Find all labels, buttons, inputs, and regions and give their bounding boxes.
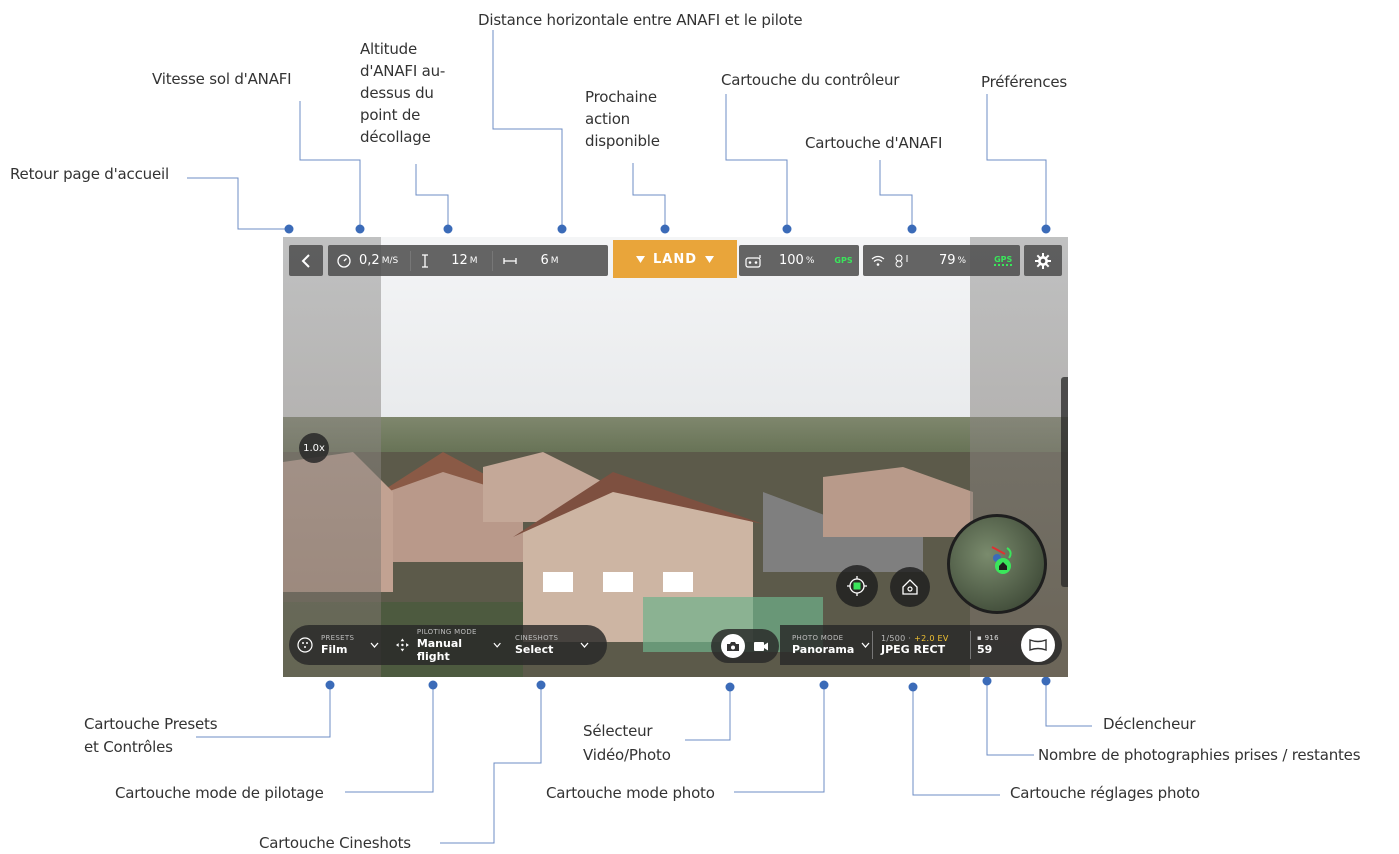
drone-gps-indicator: GPS xyxy=(994,255,1013,266)
minimap[interactable] xyxy=(947,514,1047,614)
shutter-button[interactable] xyxy=(1021,628,1055,662)
land-button[interactable]: LAND xyxy=(613,240,737,278)
photo-counter: ▪ 916 59 xyxy=(971,634,1017,656)
annotation-selecteur-line1: Sélecteur xyxy=(583,722,653,740)
video-camera-icon xyxy=(754,641,768,651)
distance-icon xyxy=(502,257,517,265)
annotation-nombre-photos: Nombre de photographies prises / restant… xyxy=(1038,746,1361,764)
presets-icon xyxy=(297,637,313,653)
drone-status[interactable]: 79 % GPS xyxy=(863,245,1020,276)
piloting-mode-icon xyxy=(395,638,409,652)
annotation-prochaine: Prochaine action disponible xyxy=(585,88,660,150)
divider xyxy=(491,250,493,271)
presets-value: Film xyxy=(321,643,348,656)
annotation-cartouche-controleur: Cartouche du contrôleur xyxy=(721,71,900,89)
photos-remaining: 916 xyxy=(984,634,999,642)
chevron-down-icon xyxy=(370,642,379,648)
controller-icon xyxy=(745,254,763,268)
photo-controls-bar: PHOTO MODE Panorama 1/500 · +2.0 EV JPEG… xyxy=(780,625,970,665)
photo-mode-caption: PHOTO MODE xyxy=(792,634,844,642)
altitude-icon xyxy=(421,253,429,268)
target-icon xyxy=(847,576,867,596)
altitude-unit: M xyxy=(469,255,478,266)
chevron-left-icon xyxy=(301,253,310,268)
home-location-icon xyxy=(991,546,1012,574)
annotation-mode-photo: Cartouche mode photo xyxy=(546,784,715,802)
controller-gps-indicator: GPS xyxy=(834,256,853,265)
bottom-left-bar: PRESETS Film PILOTING MODE Manual flight… xyxy=(289,625,607,665)
speed-value: 0,2 xyxy=(359,253,380,268)
annotation-retour: Retour page d'accueil xyxy=(10,165,169,183)
poi-button[interactable] xyxy=(836,565,878,607)
annotation-cineshots: Cartouche Cineshots xyxy=(259,834,411,852)
exposure-value: +2.0 EV xyxy=(914,634,949,643)
drone-icon xyxy=(895,254,911,268)
preferences-button[interactable] xyxy=(1024,245,1062,276)
chevron-down-icon xyxy=(861,642,870,648)
altitude-value: 12 xyxy=(451,253,468,268)
piloting-mode-widget[interactable]: PILOTING MODE Manual flight xyxy=(385,625,507,665)
left-side-panel xyxy=(283,237,381,677)
drone-battery-unit: % xyxy=(957,255,967,266)
zoom-indicator[interactable]: 1.0x xyxy=(299,433,329,463)
controller-status[interactable]: 100 % GPS xyxy=(739,245,859,276)
home-icon xyxy=(902,579,918,595)
presets-caption: PRESETS xyxy=(321,634,355,642)
shutter-speed: 1/500 xyxy=(881,634,906,643)
return-home-button[interactable] xyxy=(890,567,930,607)
cineshots-widget[interactable]: CINESHOTS Select xyxy=(507,625,601,665)
chevron-down-icon xyxy=(580,642,589,648)
drone-battery-value: 79 xyxy=(939,253,956,268)
presets-widget[interactable]: PRESETS Film xyxy=(289,625,385,665)
speed-unit: M/S xyxy=(381,255,399,266)
photo-mode-value: Panorama xyxy=(792,643,855,656)
video-photo-selector[interactable] xyxy=(711,629,779,663)
photo-settings-widget[interactable]: 1/500 · +2.0 EV JPEG RECT xyxy=(873,634,949,656)
triangle-down-icon xyxy=(705,255,714,263)
photo-mode-toggle[interactable] xyxy=(721,634,745,658)
photo-mode-widget[interactable]: PHOTO MODE Panorama xyxy=(780,625,872,665)
annotation-declencheur: Déclencheur xyxy=(1103,715,1196,733)
camera-icon xyxy=(727,641,739,651)
annotation-mode-pilotage: Cartouche mode de pilotage xyxy=(115,784,324,802)
video-mode-toggle[interactable] xyxy=(753,637,769,656)
piloting-mode-value: Manual flight xyxy=(416,636,463,663)
wifi-icon xyxy=(871,255,885,267)
cineshots-value: Select xyxy=(515,643,554,656)
annotation-presets-line2: et Contrôles xyxy=(84,738,173,756)
settings-separator: · xyxy=(908,634,912,643)
photo-format: JPEG RECT xyxy=(881,643,946,656)
triangle-down-icon xyxy=(635,255,645,263)
cineshots-caption: CINESHOTS xyxy=(515,634,559,642)
divider xyxy=(410,250,412,271)
annotation-cartouche-anafi: Cartouche d'ANAFI xyxy=(805,134,943,152)
annotation-altitude: Altitude d'ANAFI au-dessus du point de d… xyxy=(360,40,446,146)
speedometer-icon xyxy=(337,253,351,268)
distance-unit: M xyxy=(550,255,559,266)
controller-battery-unit: % xyxy=(805,255,815,266)
flight-info-bar: 0,2 M/S 12 M 6 M xyxy=(328,245,608,276)
back-button[interactable] xyxy=(289,245,323,276)
gear-icon xyxy=(1035,252,1051,269)
controller-battery-value: 100 xyxy=(779,253,804,268)
annotation-reglages-photo: Cartouche réglages photo xyxy=(1010,784,1200,802)
piloting-mode-caption: PILOTING MODE xyxy=(416,627,477,636)
shutter-bar: ▪ 916 59 xyxy=(970,625,1062,665)
gimbal-tilt-slider[interactable] xyxy=(1061,377,1068,587)
annotation-preferences: Préférences xyxy=(981,73,1068,91)
sd-card-icon: ▪ xyxy=(977,634,983,642)
freeflight-screen: 0,2 M/S 12 M 6 M LAND 100 % GPS 79 % GPS… xyxy=(283,237,1068,677)
chevron-down-icon xyxy=(493,642,501,648)
distance-value: 6 xyxy=(540,253,549,268)
land-label: LAND xyxy=(652,251,697,267)
panorama-icon xyxy=(1029,639,1047,651)
photos-taken: 59 xyxy=(977,643,993,656)
annotation-presets-line1: Cartouche Presets xyxy=(84,715,218,733)
annotation-selecteur-line2: Vidéo/Photo xyxy=(583,746,671,764)
annotation-distance: Distance horizontale entre ANAFI et le p… xyxy=(478,11,803,29)
annotation-vitesse: Vitesse sol d'ANAFI xyxy=(152,70,292,88)
